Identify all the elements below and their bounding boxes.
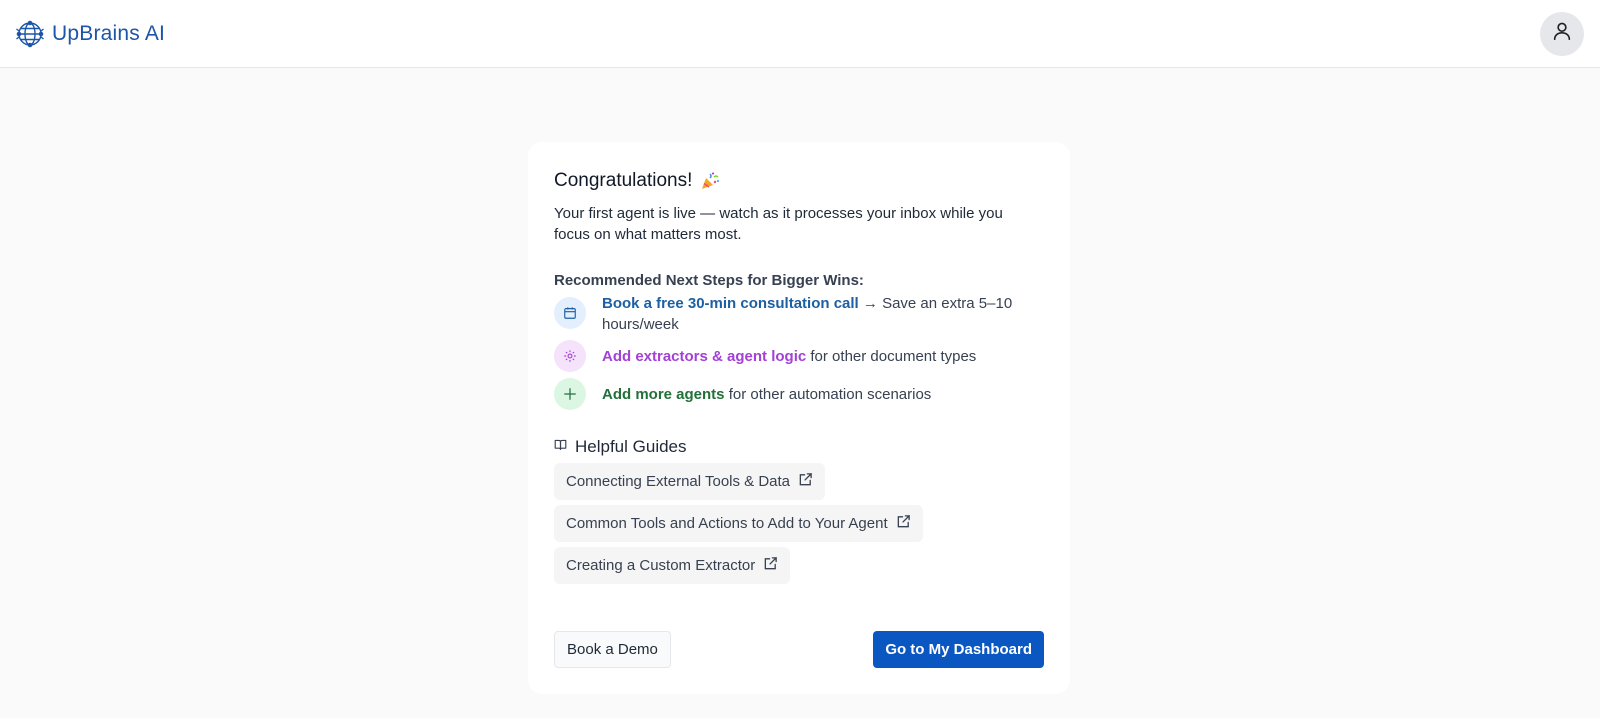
add-extractors-link[interactable]: Add extractors & agent logic — [602, 348, 806, 365]
user-icon — [1551, 20, 1573, 47]
step-text: Add more agents for other automation sce… — [602, 378, 1042, 405]
onboarding-success-card: Congratulations! Your first agent is liv… — [528, 142, 1070, 694]
step-item-consultation: Book a free 30-min consultation call → S… — [554, 295, 1044, 334]
guides-title: Helpful Guides — [575, 437, 687, 456]
steps-heading: Recommended Next Steps for Bigger Wins: — [554, 272, 864, 289]
book-open-icon — [554, 438, 567, 456]
card-footer: Book a Demo Go to My Dashboard — [554, 631, 1044, 668]
card-title-row: Congratulations! — [554, 170, 1044, 192]
external-link-icon — [896, 514, 911, 533]
brand[interactable]: UpBrains AI — [14, 18, 165, 50]
book-consultation-link[interactable]: Book a free 30-min consultation call — [602, 295, 859, 312]
guide-label: Creating a Custom Extractor — [566, 557, 756, 574]
step-description: for other document types — [806, 348, 977, 365]
external-link-icon — [763, 556, 778, 575]
party-popper-icon — [700, 171, 720, 191]
plus-icon — [554, 378, 586, 410]
go-to-dashboard-button[interactable]: Go to My Dashboard — [873, 631, 1044, 668]
card-title: Congratulations! — [554, 170, 693, 191]
guide-link-external-tools[interactable]: Connecting External Tools & Data — [554, 463, 826, 500]
next-steps-list: Book a free 30-min consultation call → S… — [554, 295, 1044, 410]
book-demo-button[interactable]: Book a Demo — [554, 631, 671, 668]
step-text: Add extractors & agent logic for other d… — [602, 340, 1042, 367]
user-avatar-button[interactable] — [1540, 11, 1584, 56]
guide-label: Connecting External Tools & Data — [566, 473, 791, 490]
top-bar: UpBrains AI — [0, 0, 1600, 68]
guides-heading: Helpful Guides — [554, 437, 1044, 457]
guide-label: Common Tools and Actions to Add to Your … — [566, 515, 888, 532]
calendar-icon — [554, 297, 586, 329]
guide-link-common-tools[interactable]: Common Tools and Actions to Add to Your … — [554, 505, 923, 542]
brand-name: UpBrains AI — [52, 21, 166, 45]
step-description: for other automation scenarios — [724, 386, 932, 403]
add-agents-link[interactable]: Add more agents — [602, 386, 725, 403]
external-link-icon — [798, 472, 813, 491]
step-item-extractors: Add extractors & agent logic for other d… — [554, 340, 1044, 375]
guides-list: Connecting External Tools & Data Common … — [554, 463, 1044, 584]
card-subtitle: Your first agent is live — watch as it p… — [554, 205, 1003, 243]
step-text: Book a free 30-min consultation call → S… — [602, 293, 1042, 335]
step-item-agents: Add more agents for other automation sce… — [554, 378, 1044, 410]
gear-icon — [554, 340, 586, 372]
brain-globe-icon — [14, 18, 46, 50]
guide-link-custom-extractor[interactable]: Creating a Custom Extractor — [554, 547, 791, 584]
